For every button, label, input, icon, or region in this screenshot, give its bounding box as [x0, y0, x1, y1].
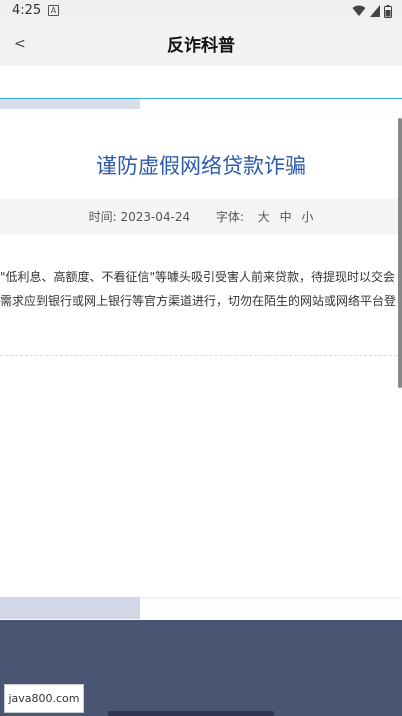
article-meta-bar: 时间: 2023-04-24 字体: 大 中 小: [0, 199, 402, 235]
content-divider: [0, 355, 402, 356]
notification-icon: A: [48, 5, 59, 16]
wifi-icon: [352, 5, 366, 16]
article-title: 谨防虚假网络贷款诈骗: [96, 154, 306, 178]
watermark: java800.com: [4, 684, 84, 713]
publish-date: 2023-04-24: [120, 210, 191, 224]
font-size-label: 字体:: [215, 210, 244, 224]
article-meta: 时间: 2023-04-24 字体: 大 中 小: [0, 208, 402, 225]
page-title: 反诈科普: [167, 36, 235, 56]
font-size-medium[interactable]: 中: [280, 210, 292, 224]
article-card: 谨防虚假网络贷款诈骗 时间: 2023-04-24 字体: 大 中 小 "低利息…: [0, 113, 402, 597]
status-bar: 4:25 A: [0, 0, 402, 22]
app-header: < 反诈科普: [0, 22, 402, 66]
status-time: 4:25: [12, 3, 42, 18]
font-size-small[interactable]: 小: [301, 210, 313, 224]
font-size-large[interactable]: 大: [258, 210, 270, 224]
signal-icon: [370, 5, 380, 17]
content-line: "低利息、高额度、不看征信"等噱头吸引受害人前来贷款，待提现时以交会: [0, 270, 396, 284]
status-icons: [352, 4, 392, 18]
scrollbar[interactable]: [398, 118, 402, 388]
bottom-strip: [0, 597, 140, 619]
article-content: "低利息、高额度、不看征信"等噱头吸引受害人前来贷款，待提现时以交会 需求应到银…: [0, 265, 402, 325]
battery-icon: [384, 4, 392, 18]
font-size-options: 大 中 小: [252, 210, 314, 224]
content-line: 需求应到银行或网上银行等官方渠道进行，切勿在陌生的网站或网络平台登: [0, 294, 397, 308]
home-indicator[interactable]: [108, 711, 274, 716]
time-label: 时间:: [88, 210, 117, 224]
top-strip: [0, 99, 140, 109]
